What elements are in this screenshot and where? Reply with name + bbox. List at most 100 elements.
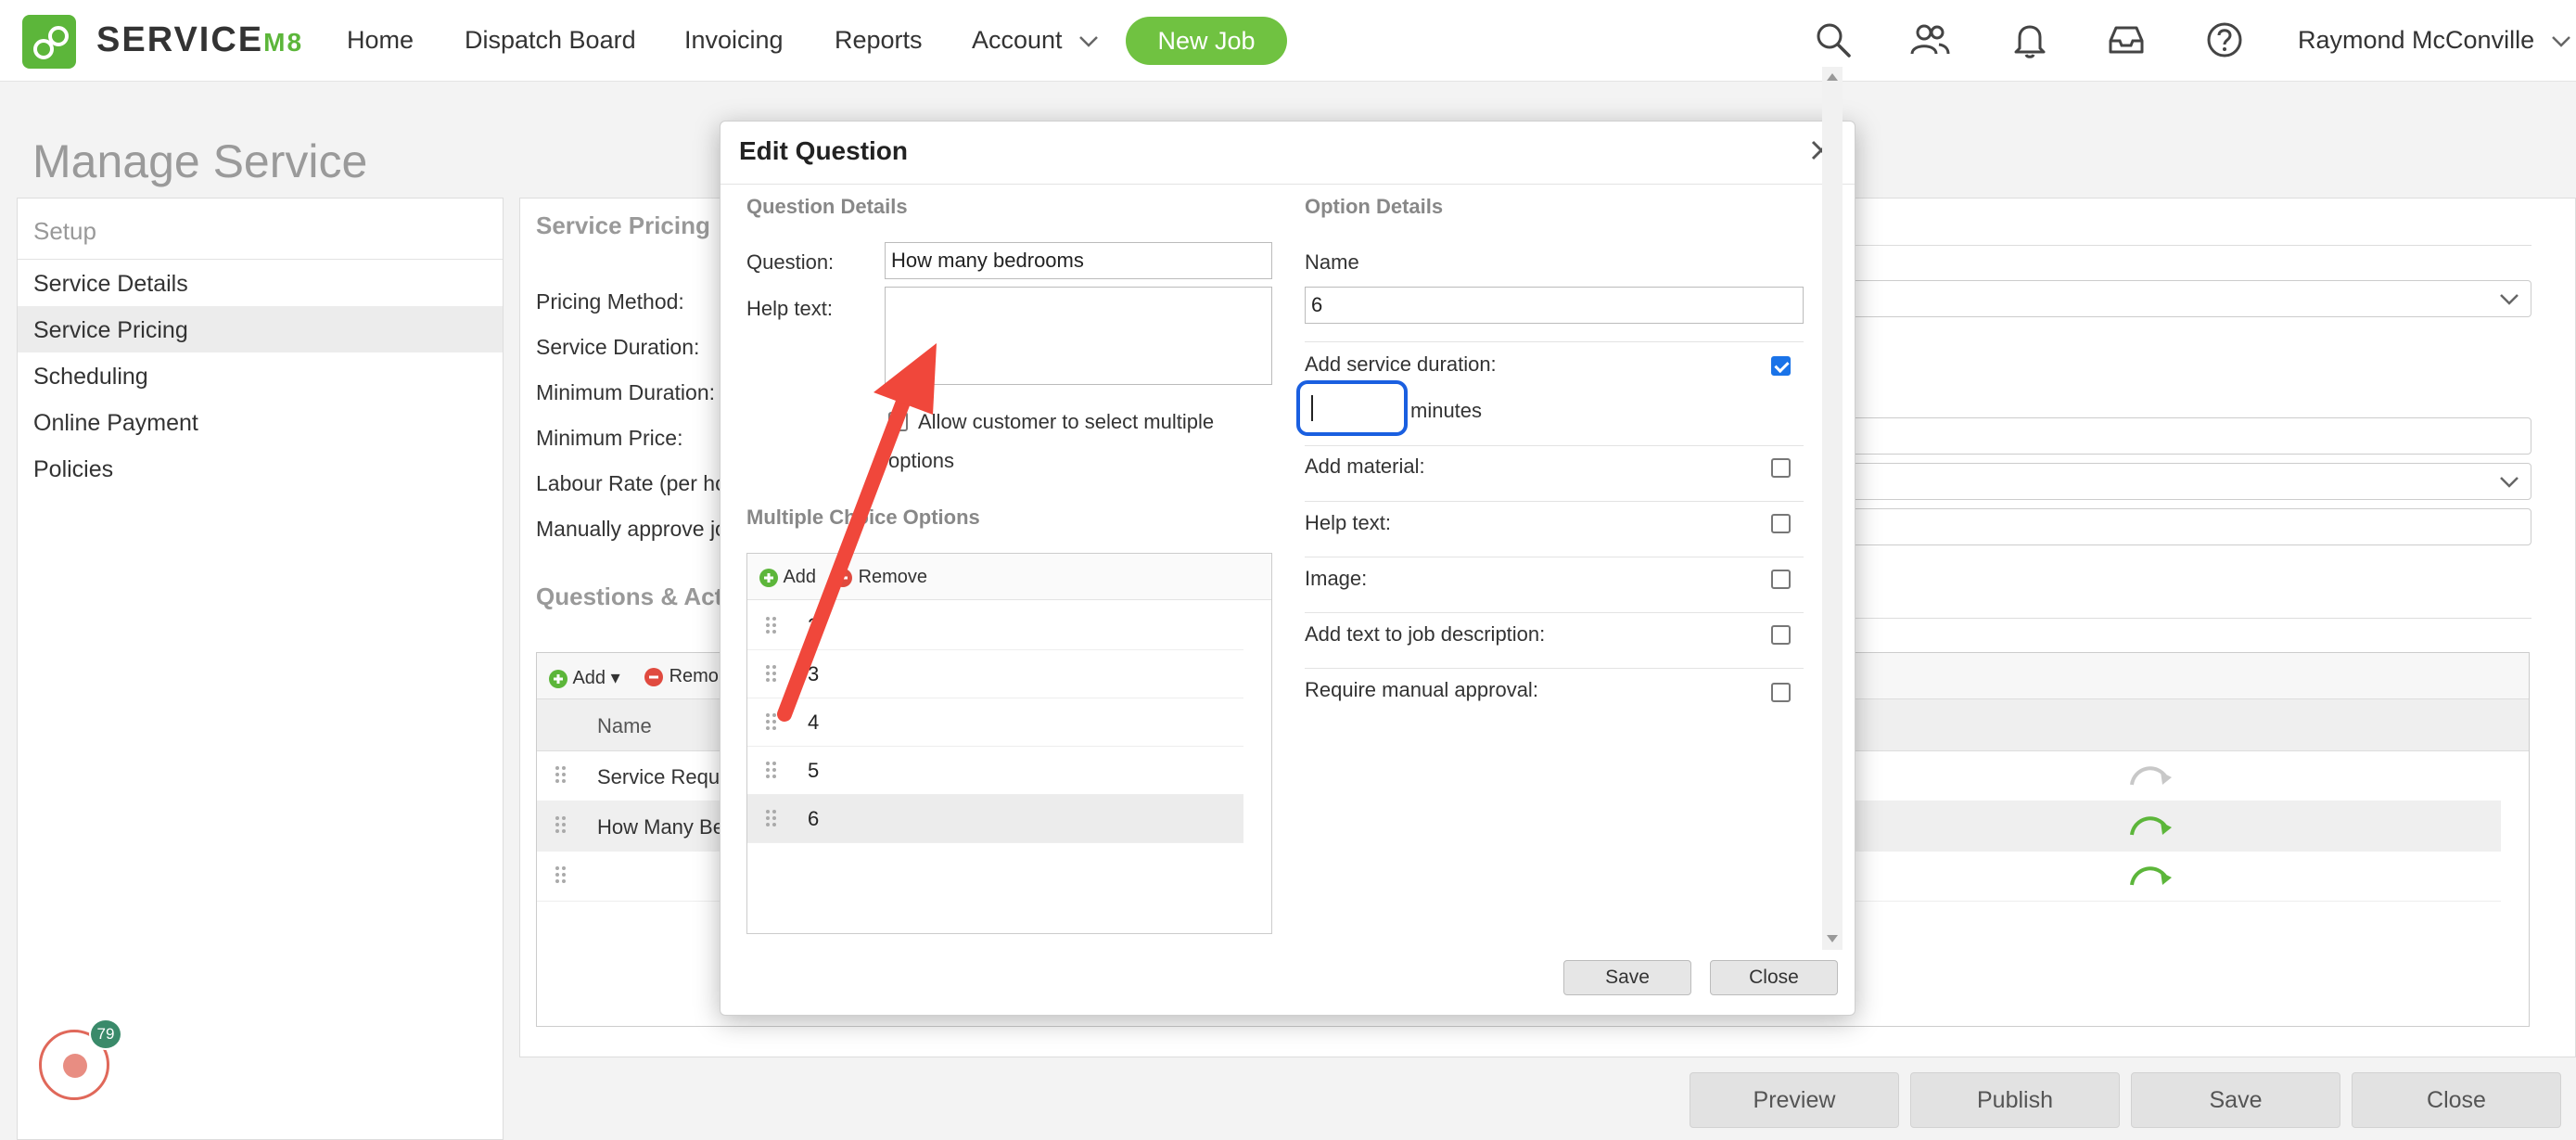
list-item[interactable]: 4 [747, 698, 1243, 747]
publish-button[interactable]: Publish [1910, 1072, 2120, 1128]
help-icon[interactable] [2203, 19, 2246, 61]
dialog-close-button[interactable]: Close [1710, 960, 1838, 995]
new-job-button[interactable]: New Job [1126, 17, 1287, 65]
remove-circle-icon [644, 667, 663, 686]
chevron-down-icon [2500, 294, 2519, 305]
require-manual-label: Require manual approval: [1305, 678, 1538, 701]
qa-add-button[interactable]: Add ▾ [548, 666, 620, 689]
help-text-textarea[interactable] [885, 287, 1272, 385]
pricing-method-select[interactable] [1845, 280, 2531, 317]
option-details-heading: Option Details [1305, 195, 1444, 218]
option-value: 3 [808, 662, 820, 685]
option-name-input[interactable] [1305, 287, 1804, 324]
remove-circle-icon [834, 568, 852, 587]
list-item[interactable]: 5 [747, 747, 1243, 795]
help-text-checkbox[interactable] [1771, 514, 1791, 533]
nav-home[interactable]: Home [347, 26, 414, 55]
labour-rate-select[interactable] [1845, 463, 2531, 500]
mc-add-label: Add [783, 567, 817, 587]
nav-invoicing[interactable]: Invoicing [684, 26, 784, 55]
logo-suffix: M8 [263, 28, 304, 57]
chevron-down-icon [1079, 36, 1098, 47]
add-text-job-label: Add text to job description: [1305, 622, 1546, 646]
drag-handle-icon[interactable] [766, 762, 777, 780]
add-material-checkbox[interactable] [1771, 458, 1791, 478]
multiple-choice-list: Add Remove 2 3 4 5 6 [746, 553, 1272, 934]
minutes-label: minutes [1410, 399, 1483, 422]
qa-add-label: Add [572, 668, 606, 688]
add-material-label: Add material: [1305, 455, 1425, 478]
minimum-price-input[interactable] [1845, 417, 2531, 455]
preview-button[interactable]: Preview [1690, 1072, 1899, 1128]
help-text-label: Help text: [746, 297, 833, 320]
save-button[interactable]: Save [2131, 1072, 2340, 1128]
minimum-price-label: Minimum Price: [536, 426, 683, 450]
search-icon[interactable] [1812, 19, 1855, 61]
list-item[interactable]: 6 [747, 795, 1243, 843]
image-checkbox[interactable] [1771, 570, 1791, 589]
allow-multiple-label-2: options [888, 449, 954, 472]
logo-text[interactable]: SERVICEM8 [96, 20, 303, 60]
labour-rate-label: Labour Rate (per hou [536, 471, 739, 495]
manual-approve-label: Manually approve jo [536, 517, 727, 541]
refresh-icon[interactable] [2127, 814, 2174, 840]
drag-handle-icon[interactable] [766, 810, 777, 828]
sidebar-item-online-payment[interactable]: Online Payment [18, 399, 503, 445]
drag-handle-icon[interactable] [766, 617, 777, 635]
option-value: 4 [808, 711, 820, 734]
divider [1845, 618, 2531, 619]
notification-badge: 79 [89, 1018, 122, 1050]
question-name: Service Requi [597, 765, 724, 788]
service-pricing-title: Service Pricing [536, 211, 710, 239]
manual-approve-input[interactable] [1845, 508, 2531, 545]
drag-handle-icon[interactable] [766, 713, 777, 732]
drag-handle-icon[interactable] [555, 816, 567, 835]
scroll-up-icon[interactable] [1822, 70, 1843, 85]
sidebar-item-policies[interactable]: Policies [18, 445, 503, 492]
drag-handle-icon[interactable] [555, 866, 567, 885]
question-input[interactable] [885, 242, 1272, 279]
dialog-title: Edit Question [739, 136, 908, 165]
refresh-icon[interactable] [2127, 764, 2174, 790]
chevron-down-icon [2551, 36, 2570, 47]
scroll-down-icon[interactable] [1822, 931, 1843, 946]
require-manual-checkbox[interactable] [1771, 683, 1791, 702]
inbox-icon[interactable] [2105, 19, 2148, 61]
column-header-name[interactable]: Name [597, 714, 652, 738]
sidebar-item-service-details[interactable]: Service Details [18, 260, 503, 306]
add-circle-icon [549, 669, 567, 688]
dialog-scrollbar[interactable] [1822, 67, 1843, 950]
nav-reports[interactable]: Reports [835, 26, 923, 55]
duration-input[interactable] [1296, 380, 1408, 436]
bell-icon[interactable] [2009, 19, 2051, 61]
servicem8-logo-icon[interactable] [22, 15, 76, 69]
add-duration-checkbox[interactable] [1771, 356, 1791, 376]
sidebar-item-scheduling[interactable]: Scheduling [18, 352, 503, 399]
divider [1305, 445, 1804, 446]
option-help-text-label: Help text: [1305, 511, 1391, 534]
users-icon[interactable] [1908, 19, 1951, 61]
nav-account[interactable]: Account [972, 26, 1099, 55]
list-item[interactable]: 3 [747, 650, 1243, 698]
mc-add-button[interactable]: Add [759, 567, 816, 588]
mc-remove-button[interactable]: Remove [833, 567, 927, 588]
sidebar-item-service-pricing[interactable]: Service Pricing [18, 306, 503, 352]
qa-remove-button[interactable]: Remo [644, 666, 719, 687]
divider [1305, 341, 1804, 342]
dialog-save-button[interactable]: Save [1563, 960, 1691, 995]
refresh-icon[interactable] [2127, 865, 2174, 890]
option-name-label: Name [1305, 250, 1359, 274]
close-button[interactable]: Close [2352, 1072, 2561, 1128]
list-item[interactable]: 2 [747, 602, 1243, 650]
add-text-job-checkbox[interactable] [1771, 625, 1791, 645]
drag-handle-icon[interactable] [555, 766, 567, 785]
pricing-method-label: Pricing Method: [536, 289, 684, 314]
drag-handle-icon[interactable] [766, 665, 777, 684]
mc-toolbar: Add Remove [747, 554, 1271, 600]
user-menu[interactable]: Raymond McConville [2298, 26, 2571, 55]
nav-dispatch-board[interactable]: Dispatch Board [465, 26, 636, 55]
multiple-choice-heading: Multiple Choice Options [746, 506, 980, 529]
qa-remove-label: Remo [669, 666, 719, 686]
allow-multiple-checkbox[interactable] [888, 412, 908, 431]
divider [1305, 668, 1804, 669]
